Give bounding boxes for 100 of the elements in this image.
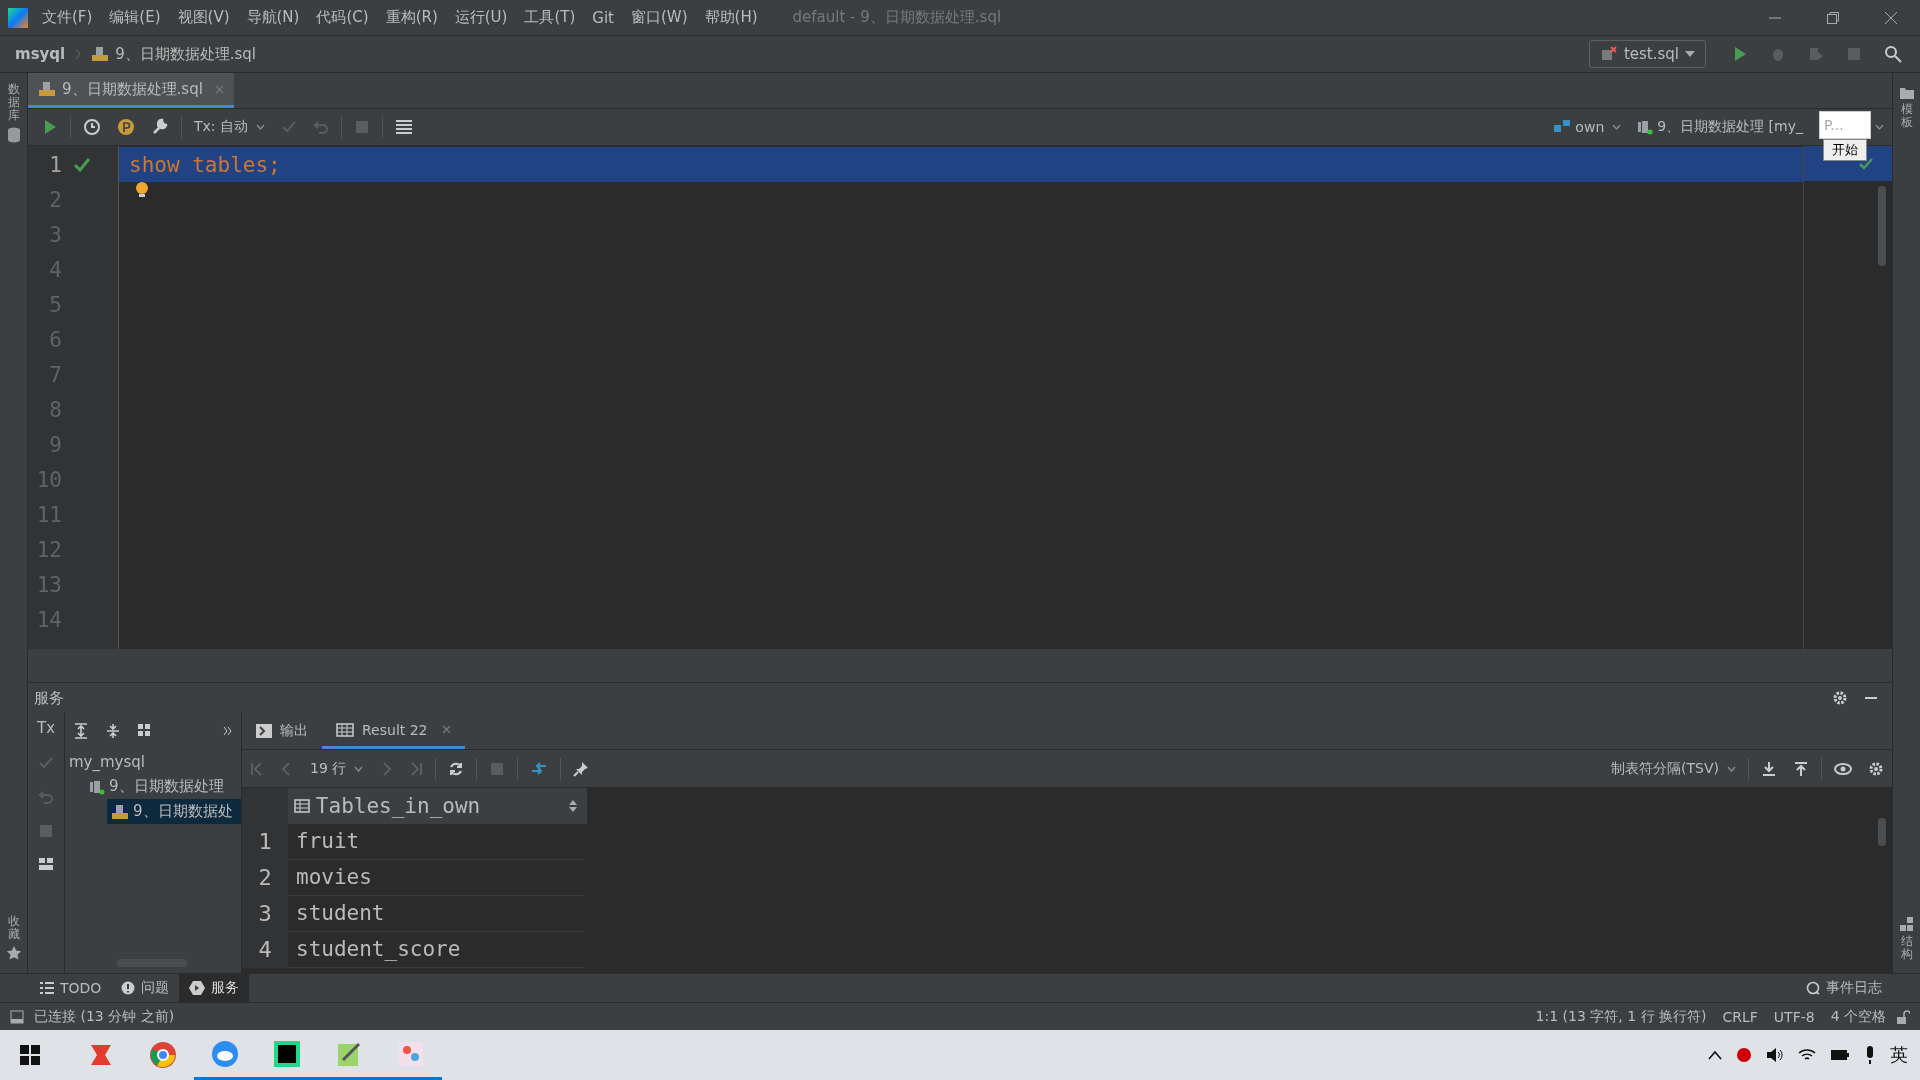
close-icon[interactable] [1884, 10, 1898, 25]
scrollbar-thumb[interactable] [1878, 186, 1886, 266]
menu-item[interactable]: 帮助(H) [704, 8, 758, 27]
menu-item[interactable]: 工具(T) [524, 8, 576, 27]
schema-icon [1553, 119, 1572, 135]
caret-icon [354, 765, 364, 772]
menu-item[interactable]: 导航(N) [246, 8, 300, 27]
download-icon[interactable] [1761, 760, 1777, 777]
list-icon [40, 982, 54, 994]
scrollbar-thumb[interactable] [1878, 818, 1886, 846]
app-logo-icon [8, 7, 28, 28]
line-separator[interactable]: CRLF [1722, 1008, 1758, 1025]
session-icon [89, 778, 105, 795]
caret-icon [256, 124, 265, 130]
breadcrumb-item[interactable]: msyql [15, 45, 66, 63]
tool-window-tab[interactable]: 问题 [111, 974, 180, 1002]
menu-item[interactable]: 重构(R) [385, 8, 438, 27]
status-message: 已连接 (13 分钟 之前) [34, 1007, 175, 1026]
tree-item[interactable]: 9、日期数据处理 [85, 774, 241, 799]
row-number: 1 [242, 824, 288, 860]
services-icon [189, 981, 206, 995]
page-size-dropdown[interactable]: 19 行 [302, 759, 372, 778]
exclamation-icon [121, 981, 136, 995]
database-tool-window-tab[interactable]: 数据库 [7, 83, 20, 123]
caret-position[interactable]: 1:1 (13 字符, 1 行 换行符) [1535, 1007, 1707, 1026]
unlock-icon[interactable] [1896, 1009, 1910, 1024]
column-icon [293, 799, 310, 813]
menu-item[interactable]: 视图(V) [177, 8, 230, 27]
menu-item[interactable]: 运行(U) [454, 8, 508, 27]
line-number: 1 [48, 152, 62, 177]
layout-icon[interactable] [38, 857, 54, 871]
editor-tab[interactable]: 9、日期数据处理.sql [28, 73, 234, 108]
close-icon[interactable] [441, 725, 451, 734]
file-encoding[interactable]: UTF-8 [1773, 1008, 1815, 1025]
pin-icon[interactable] [573, 760, 590, 777]
schema-dropdown[interactable]: own [1545, 119, 1630, 135]
indent-setting[interactable]: 4 个空格 [1830, 1007, 1886, 1026]
speech-bubble-icon [1806, 981, 1820, 995]
row-number: 2 [242, 860, 288, 896]
session-icon [1637, 119, 1654, 135]
wifi-icon[interactable] [1798, 1047, 1816, 1063]
menu-item[interactable]: 文件(F) [42, 8, 93, 27]
run-icon[interactable] [1732, 46, 1748, 62]
microphone-icon[interactable] [1864, 1046, 1876, 1064]
structure-tool-window-tab[interactable]: 结构 [1900, 934, 1913, 961]
table-icon[interactable] [395, 119, 413, 135]
caret-icon[interactable] [1875, 124, 1884, 130]
folder-icon[interactable] [1899, 87, 1914, 99]
menu-item[interactable]: Git [592, 8, 614, 27]
session-dropdown[interactable]: 9、日期数据处理 [my_ [1629, 118, 1811, 136]
collapse-all-icon[interactable] [105, 723, 121, 739]
favorites-tool-window-tab[interactable]: 收藏 [7, 914, 20, 941]
panel-title: 服务 [34, 688, 64, 708]
settings-icon[interactable] [1832, 690, 1848, 706]
more-icon[interactable] [223, 726, 233, 736]
console-icon [256, 724, 272, 738]
code-line: show tables; [129, 152, 281, 177]
input-method-indicator[interactable]: 英 [1890, 1043, 1908, 1067]
menu-item[interactable]: 代码(C) [316, 8, 369, 27]
speaker-icon[interactable] [1766, 1047, 1784, 1063]
start-button[interactable]: 开始 [1823, 139, 1867, 161]
transaction-mode-dropdown[interactable]: Tx: 自动 [186, 118, 273, 136]
settings-icon[interactable] [1868, 760, 1884, 777]
tool-window-tab[interactable]: 服务 [179, 974, 250, 1002]
database-icon[interactable] [6, 126, 21, 143]
p-circle-icon[interactable] [117, 118, 135, 136]
battery-icon[interactable] [1830, 1049, 1850, 1061]
panel-toggle-icon[interactable] [10, 1009, 24, 1024]
templates-tool-window-tab[interactable]: 模板 [1900, 103, 1913, 130]
tool-window-tab[interactable]: TODO [30, 974, 112, 1002]
tree-item[interactable]: 9、日期数据处 [107, 799, 241, 824]
structure-icon[interactable] [1899, 916, 1914, 931]
result-tab[interactable]: Result 22 [322, 713, 465, 749]
result-tab[interactable]: 输出 [242, 713, 322, 749]
sql-file-icon [111, 803, 129, 820]
windows-start-icon[interactable] [20, 1045, 40, 1065]
upload-icon[interactable] [1793, 760, 1809, 777]
tree-item[interactable]: my_mysql [65, 749, 241, 774]
menu-item[interactable]: 窗口(W) [631, 8, 688, 27]
event-log-button[interactable]: 事件日志 [1806, 979, 1920, 997]
search-icon[interactable] [1884, 45, 1902, 63]
clock-icon[interactable] [83, 118, 101, 136]
refresh-icon[interactable] [448, 760, 465, 777]
sort-icon[interactable] [569, 800, 577, 812]
star-icon[interactable] [5, 945, 22, 961]
execute-icon[interactable] [42, 119, 58, 135]
lightbulb-icon[interactable] [135, 180, 149, 199]
expand-all-icon[interactable] [73, 723, 89, 739]
menu-item[interactable]: 编辑(E) [109, 8, 161, 27]
chevron-up-icon[interactable] [1708, 1050, 1722, 1060]
export-format-dropdown[interactable]: 制表符分隔(TSV) [1603, 759, 1744, 778]
transaction-control[interactable]: Tx [36, 719, 55, 737]
breadcrumb-item[interactable]: 9、日期数据处理.sql [115, 44, 257, 64]
restore-icon[interactable] [1826, 10, 1840, 25]
run-configuration-dropdown[interactable]: test.sql [1588, 40, 1706, 68]
wrench-icon[interactable] [151, 118, 169, 136]
chevron-right-icon [75, 48, 82, 60]
record-icon[interactable] [1736, 1047, 1752, 1063]
eye-icon[interactable] [1834, 760, 1852, 777]
group-icon[interactable] [137, 723, 153, 739]
